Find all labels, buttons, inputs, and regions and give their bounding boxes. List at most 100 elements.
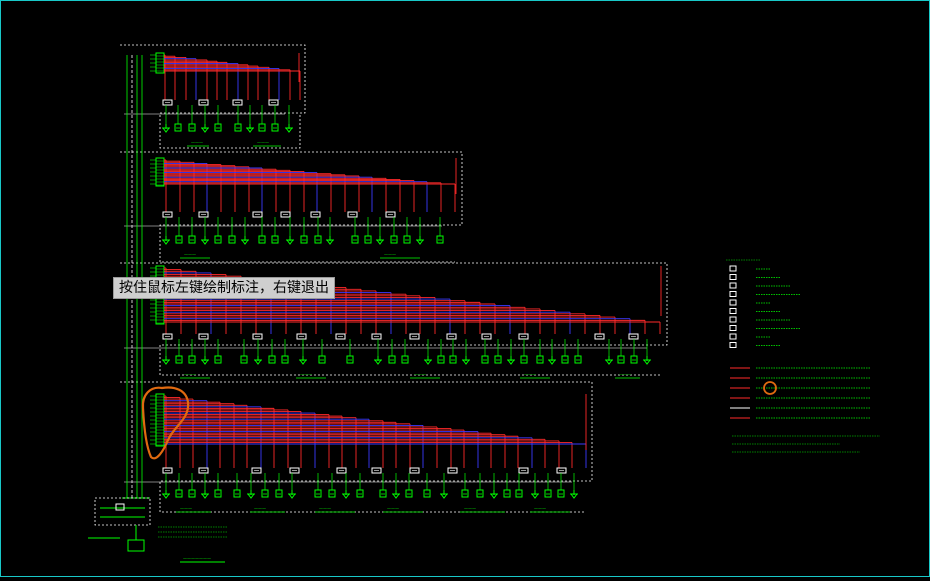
terminal-block (155, 393, 165, 447)
socket-icon (275, 489, 283, 498)
group-label: ——— (464, 506, 476, 511)
group-label: ——— (191, 140, 203, 145)
socket-box (318, 355, 326, 364)
lamp-icon (162, 236, 170, 245)
legend-symbol (729, 325, 737, 331)
group-label: ——— (184, 252, 196, 257)
legend-symbol (729, 274, 737, 280)
group-label: ——— (184, 372, 196, 377)
socket-box (188, 489, 196, 498)
socket-box (275, 489, 283, 498)
socket-box (214, 489, 222, 498)
group-label: ——— (257, 140, 269, 145)
socket-icon (318, 355, 326, 364)
socket-icon (214, 489, 222, 498)
lamp-icon (241, 236, 249, 245)
socket-icon (481, 355, 489, 364)
group-label: ——— (414, 372, 426, 377)
lamp-icon (643, 356, 651, 365)
socket-box (346, 355, 354, 364)
lamp-icon (201, 490, 209, 499)
socket-box (258, 123, 266, 132)
socket-icon (503, 489, 511, 498)
socket-box (461, 489, 469, 498)
socket-box (175, 235, 183, 244)
socket-icon (258, 123, 266, 132)
socket-box (234, 123, 242, 132)
socket-box (268, 355, 276, 364)
legend-symbol (729, 265, 737, 272)
socket-box (261, 489, 269, 498)
socket-box (281, 355, 289, 364)
socket-box (557, 489, 565, 498)
socket-icon (476, 489, 484, 498)
socket-box (233, 489, 241, 498)
socket-box (214, 235, 222, 244)
socket-icon (515, 489, 523, 498)
drawing-title-mark: ——————— (183, 556, 211, 561)
socket-box (630, 355, 638, 364)
socket-icon (214, 355, 222, 364)
socket-box (175, 355, 183, 364)
legend-symbol (729, 282, 737, 289)
socket-icon (351, 235, 359, 244)
group-label: ——— (387, 506, 399, 511)
socket-icon (214, 123, 222, 132)
socket-icon (544, 489, 552, 498)
socket-icon (234, 123, 242, 132)
socket-icon (271, 123, 279, 132)
legend-symbol (729, 291, 737, 297)
socket-box (515, 489, 523, 498)
group-label: ——— (534, 506, 546, 511)
socket-box (405, 489, 413, 498)
legend-symbol (729, 299, 737, 306)
socket-icon (268, 355, 276, 364)
socket-icon (494, 355, 502, 364)
panel-outline (120, 151, 463, 263)
socket-box (536, 355, 544, 364)
socket-icon (390, 235, 398, 244)
command-tooltip: 按住鼠标左键绘制标注，右键退出 (113, 277, 335, 299)
group-label: ——— (300, 372, 312, 377)
panel-2-circuits: ——— ——— (120, 151, 463, 263)
socket-icon (175, 355, 183, 364)
lamp-icon (201, 236, 209, 245)
socket-box (403, 235, 411, 244)
socket-icon (574, 355, 582, 364)
panel-4-circuits: ——— ——— ——— ——— ——— ——— (120, 381, 593, 513)
socket-icon (271, 235, 279, 244)
socket-icon (174, 123, 182, 132)
socket-icon (300, 235, 308, 244)
socket-box (561, 355, 569, 364)
socket-icon (346, 355, 354, 364)
socket-icon (405, 489, 413, 498)
socket-icon (314, 489, 322, 498)
group-label: ——— (180, 506, 192, 511)
socket-box (175, 489, 183, 498)
socket-box (314, 489, 322, 498)
socket-icon (379, 489, 387, 498)
socket-box (351, 235, 359, 244)
socket-box (481, 355, 489, 364)
lamp-icon (416, 236, 424, 245)
panel-outline (120, 44, 306, 149)
lamp-icon (570, 490, 578, 499)
socket-icon (233, 489, 241, 498)
lamp-icon (490, 490, 498, 499)
socket-box (300, 235, 308, 244)
legend-symbol (729, 333, 737, 340)
meter-icon (115, 503, 125, 511)
cad-canvas[interactable]: ——— ——— ——— ——— ——— ——— ——— ——— ——— ——— ——— ——— —… (0, 0, 930, 577)
socket-icon (449, 355, 457, 364)
panel-1-circuits: ——— ——— (120, 44, 306, 149)
socket-icon (437, 355, 445, 364)
socket-icon (557, 489, 565, 498)
socket-box (617, 355, 625, 364)
socket-box (188, 235, 196, 244)
socket-box (356, 489, 364, 498)
socket-icon (630, 355, 638, 364)
socket-icon (617, 355, 625, 364)
socket-icon (188, 355, 196, 364)
lamp-icon (286, 236, 294, 245)
group-label: ——— (254, 506, 266, 511)
